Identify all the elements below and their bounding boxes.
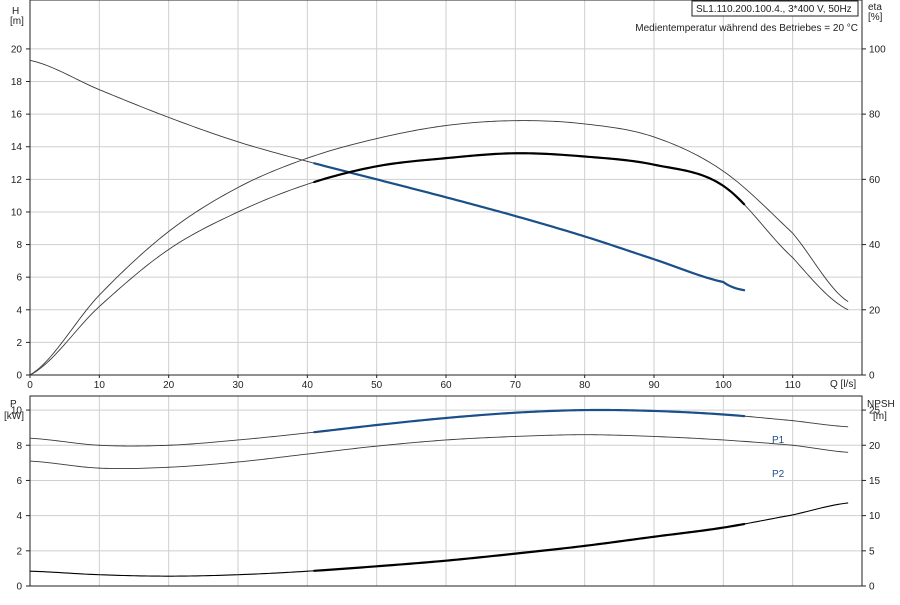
top-y-axis-unit: [m]	[10, 16, 24, 27]
xtick-label-70: 70	[510, 380, 522, 391]
top-y2tick-label-40: 40	[869, 240, 881, 251]
series-label-p1: P1	[772, 435, 785, 446]
top-ytick-label-8: 8	[16, 240, 22, 251]
curve-series	[29, 59, 849, 577]
series-h-operating-range	[313, 162, 746, 292]
series-npsh-operating-range	[313, 522, 746, 572]
top-ytick-label-0: 0	[16, 371, 22, 382]
top-ytick-label-4: 4	[16, 305, 22, 316]
series-p2-curve	[29, 434, 849, 470]
bottom-ytick-label-6: 6	[16, 476, 22, 487]
top-ytick-label-20: 20	[11, 44, 23, 55]
xtick-label-30: 30	[232, 380, 244, 391]
top-y2tick-label-100: 100	[869, 44, 886, 55]
bottom-y2-axis-unit: [m]	[873, 411, 887, 422]
top-y2tick-label-20: 20	[869, 305, 881, 316]
top-ytick-label-14: 14	[11, 142, 23, 153]
model-info-text: SL1.110.200.100.4., 3*400 V, 50Hz	[696, 4, 852, 15]
top-y2tick-label-80: 80	[869, 110, 881, 121]
top-ytick-label-2: 2	[16, 338, 22, 349]
top-y2-axis-unit: [%]	[868, 12, 883, 23]
xtick-label-60: 60	[440, 380, 452, 391]
bottom-ytick-label-0: 0	[16, 582, 22, 593]
top-ytick-label-6: 6	[16, 273, 22, 284]
xtick-label-0: 0	[27, 380, 33, 391]
bottom-y2tick-label-5: 5	[869, 546, 875, 557]
xtick-label-40: 40	[302, 380, 314, 391]
xtick-label-20: 20	[163, 380, 175, 391]
top-y2tick-label-60: 60	[869, 175, 881, 186]
bottom-y-axis-label: P	[10, 399, 17, 410]
bottom-y2tick-label-10: 10	[869, 511, 881, 522]
bottom-ytick-label-8: 8	[16, 441, 22, 452]
xtick-label-100: 100	[715, 380, 732, 391]
bottom-y2tick-label-15: 15	[869, 476, 881, 487]
xtick-label-110: 110	[785, 380, 801, 391]
pump-curve-chart: 0 2 4 6 8 10 12 14 16 18 20 0 20 40 60 80 100 0 2 4 6 8 10 0 5 10…	[0, 0, 900, 600]
top-y2tick-label-0: 0	[869, 371, 875, 382]
series-label-p2: P2	[772, 469, 785, 480]
xtick-label-50: 50	[371, 380, 383, 391]
bottom-y2-axis-label: NPSH	[867, 399, 895, 410]
xtick-label-10: 10	[94, 380, 106, 391]
bottom-y2tick-label-0: 0	[869, 582, 875, 593]
top-ytick-label-10: 10	[11, 207, 23, 218]
series-npsh-curve	[29, 502, 849, 577]
series-p1-operating-range	[313, 408, 746, 434]
medium-temperature-note: Medientemperatur während des Betriebes =…	[635, 23, 858, 34]
bottom-y2tick-label-20: 20	[869, 441, 881, 452]
bottom-y-axis-unit: [kW]	[4, 411, 24, 422]
top-ytick-label-18: 18	[11, 77, 23, 88]
top-ytick-label-16: 16	[11, 110, 23, 121]
xtick-label-80: 80	[579, 380, 591, 391]
xtick-label-90: 90	[648, 380, 660, 391]
axis-ticks: 0246810121416182002040608010002468100510…	[11, 44, 886, 592]
top-ytick-label-12: 12	[11, 175, 23, 186]
bottom-ytick-label-4: 4	[16, 511, 22, 522]
x-axis-label: Q [l/s]	[830, 379, 856, 390]
pump-curve-svg: 0246810121416182002040608010002468100510…	[4, 0, 895, 593]
series-h-curve	[29, 59, 745, 291]
bottom-ytick-label-2: 2	[16, 546, 22, 557]
grid-lines	[29, 0, 863, 587]
